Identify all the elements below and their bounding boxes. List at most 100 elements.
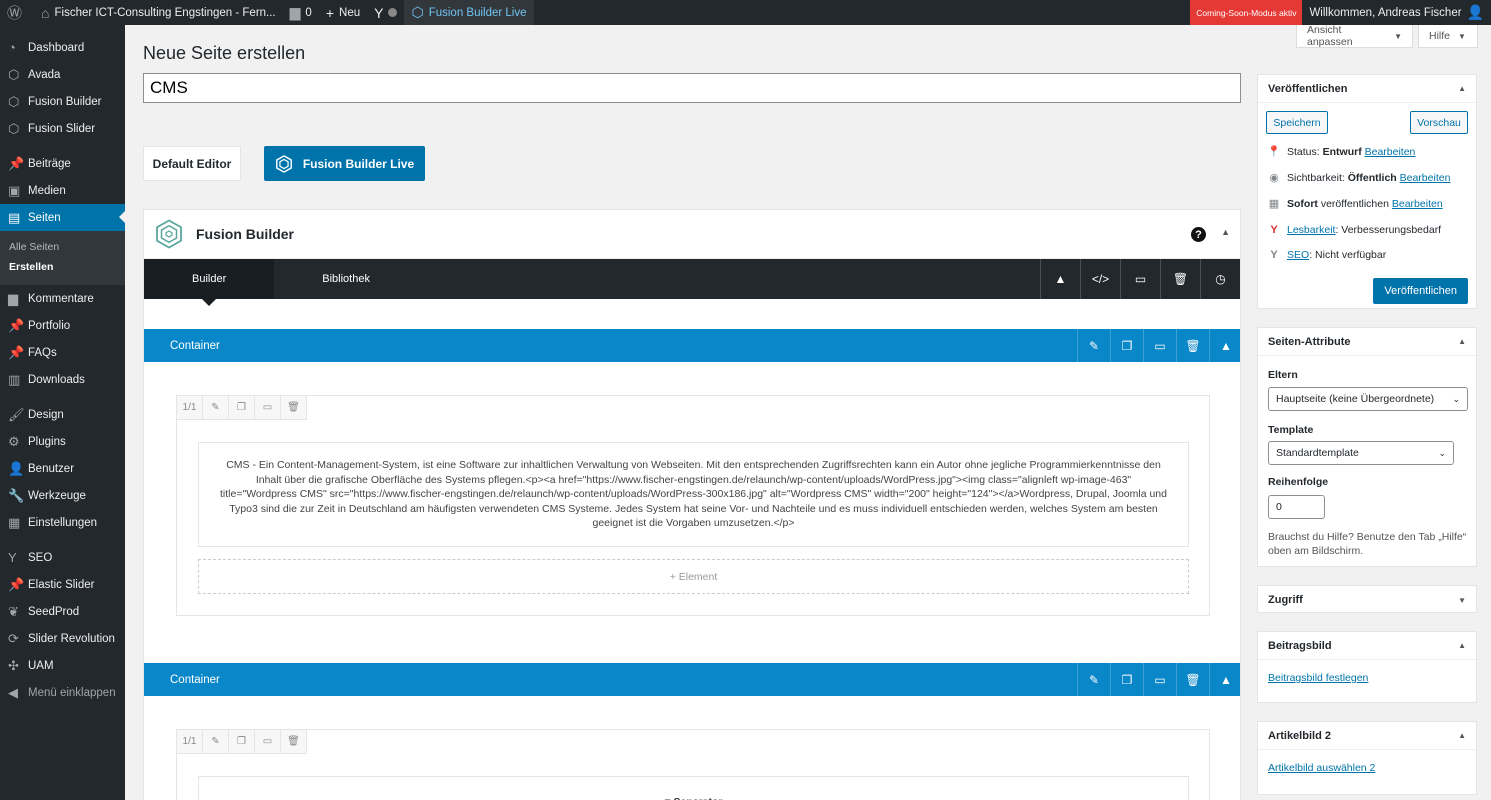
clone-icon[interactable]: ❐ bbox=[229, 396, 255, 420]
trash-icon[interactable]: 🗑 bbox=[281, 730, 307, 754]
separator-element[interactable]: = Separator bbox=[198, 776, 1189, 800]
sidebar-item-uam[interactable]: ✣ UAM bbox=[0, 652, 125, 679]
collapse-caret-icon[interactable]: ▲ bbox=[1458, 337, 1466, 346]
save-icon[interactable]: ▭ bbox=[1143, 663, 1176, 696]
edit-pencil-icon[interactable]: ✎ bbox=[1077, 329, 1110, 362]
post-title-input[interactable] bbox=[143, 73, 1241, 103]
sidebar-item-fusion-slider[interactable]: ⬡ Fusion Slider bbox=[0, 115, 125, 142]
submenu-item[interactable]: Erstellen bbox=[0, 257, 125, 277]
sidebar-item-label: SEO bbox=[28, 551, 53, 564]
tab-builder[interactable]: Builder bbox=[144, 259, 275, 306]
plugins-icon: ⚙ bbox=[8, 433, 20, 449]
code-view-icon[interactable]: </> bbox=[1080, 259, 1120, 299]
sidebar-item-werkzeuge[interactable]: 🔧 Werkzeuge bbox=[0, 482, 125, 509]
publish-time-row: ▦ Sofort veröffentlichen Bearbeiten bbox=[1266, 197, 1443, 211]
collapse-icon[interactable]: ▲ bbox=[1209, 663, 1240, 696]
edit-pencil-icon[interactable]: ✎ bbox=[203, 730, 229, 754]
sidebar-item-portfolio[interactable]: 📌 Portfolio bbox=[0, 312, 125, 339]
help-icon[interactable]: ? bbox=[1191, 227, 1206, 242]
save-icon[interactable]: ▭ bbox=[1143, 329, 1176, 362]
history-icon[interactable]: ◷ bbox=[1200, 259, 1240, 299]
collapse-caret-icon[interactable]: ▲ bbox=[1221, 227, 1230, 237]
sidebar-item-beiträge[interactable]: 📌 Beiträge bbox=[0, 150, 125, 177]
sidebar-item-kommentare[interactable]: ▆ Kommentare bbox=[0, 285, 125, 312]
sidebar-item-plugins[interactable]: ⚙ Plugins bbox=[0, 428, 125, 455]
page-attributes-header[interactable]: Seiten-Attribute ▲ bbox=[1258, 328, 1476, 356]
publish-button[interactable]: Veröffentlichen bbox=[1373, 278, 1468, 304]
sidebar-item-slider-revolution[interactable]: ⟳ Slider Revolution bbox=[0, 625, 125, 652]
yoast-menu[interactable]: Y bbox=[367, 0, 404, 25]
seo-link[interactable]: SEO bbox=[1287, 249, 1309, 261]
collapse-icon[interactable]: ▲ bbox=[1209, 329, 1240, 362]
edit-pencil-icon[interactable]: ✎ bbox=[203, 396, 229, 420]
collapse-caret-icon[interactable]: ▲ bbox=[1458, 641, 1466, 650]
sidebar-item-label: Einstellungen bbox=[28, 516, 98, 529]
sidebar-item-benutzer[interactable]: 👤 Benutzer bbox=[0, 455, 125, 482]
sidebar-item-dashboard[interactable]: ◔ Dashboard bbox=[0, 34, 125, 61]
collapse-all-icon[interactable]: ▲ bbox=[1040, 259, 1080, 299]
edit-visibility-link[interactable]: Bearbeiten bbox=[1400, 172, 1451, 184]
new-content-link[interactable]: + Neu bbox=[319, 0, 367, 25]
publish-box-header[interactable]: Veröffentlichen ▲ bbox=[1258, 75, 1476, 103]
container-bar[interactable]: Container ✎ ❐ ▭ 🗑 ▲ bbox=[144, 663, 1240, 696]
expand-caret-icon[interactable]: ▼ bbox=[1458, 596, 1466, 605]
sidebar-item-seiten[interactable]: ▤ Seiten bbox=[0, 204, 125, 231]
site-name-link[interactable]: ⌂ Fischer ICT-Consulting Engstingen - Fer… bbox=[34, 0, 283, 25]
sidebar-item-design[interactable]: 🖌 Design bbox=[0, 401, 125, 428]
wordpress-logo-icon[interactable]: Ⓦ bbox=[0, 0, 34, 25]
save-template-icon[interactable]: ▭ bbox=[1120, 259, 1160, 299]
collapse-caret-icon[interactable]: ▲ bbox=[1458, 731, 1466, 740]
template-select[interactable]: Standardtemplate ⌄ bbox=[1268, 441, 1454, 465]
featured-image-header[interactable]: Beitragsbild ▲ bbox=[1258, 632, 1476, 660]
sidebar-item-seedprod[interactable]: ❦ SeedProd bbox=[0, 598, 125, 625]
save-icon[interactable]: ▭ bbox=[255, 396, 281, 420]
sidebar-item-einstellungen[interactable]: ▦ Einstellungen bbox=[0, 509, 125, 536]
text-element[interactable]: CMS - Ein Content-Management-System, ist… bbox=[198, 442, 1189, 547]
edit-pencil-icon[interactable]: ✎ bbox=[1077, 663, 1110, 696]
coming-soon-badge[interactable]: Coming-Soon-Modus aktiv bbox=[1190, 0, 1303, 25]
sidebar-item-menü-einklappen[interactable]: ◀ Menü einklappen bbox=[0, 679, 125, 706]
clone-icon[interactable]: ❐ bbox=[1110, 329, 1143, 362]
save-icon[interactable]: ▭ bbox=[255, 730, 281, 754]
set-featured-image-link[interactable]: Beitragsbild festlegen bbox=[1268, 672, 1368, 684]
sidebar-item-avada[interactable]: ⬡ Avada bbox=[0, 61, 125, 88]
fusion-builder-live-link[interactable]: ⬡ Fusion Builder Live bbox=[404, 0, 534, 25]
sidebar-item-faqs[interactable]: 📌 FAQs bbox=[0, 339, 125, 366]
fusion-builder-live-button[interactable]: Fusion Builder Live bbox=[264, 146, 425, 181]
sidebar-item-downloads[interactable]: ▥ Downloads bbox=[0, 366, 125, 393]
article-image-2-header[interactable]: Artikelbild 2 ▲ bbox=[1258, 722, 1476, 750]
sidebar-item-medien[interactable]: ▣ Medien bbox=[0, 177, 125, 204]
sidebar-item-label: Downloads bbox=[28, 373, 85, 386]
tab-library[interactable]: Bibliothek bbox=[274, 259, 418, 299]
submenu-item[interactable]: Alle Seiten bbox=[0, 237, 125, 257]
parent-select[interactable]: Hauptseite (keine Übergeordnete) ⌄ bbox=[1268, 387, 1468, 411]
sidebar-item-seo[interactable]: Y SEO bbox=[0, 544, 125, 571]
order-input[interactable]: 0 bbox=[1268, 495, 1325, 519]
screen-options-button[interactable]: Ansicht anpassen ▼ bbox=[1296, 24, 1413, 48]
container-bar[interactable]: Container ✎ ❐ ▭ 🗑 ▲ bbox=[144, 329, 1240, 362]
preview-button[interactable]: Vorschau bbox=[1410, 111, 1468, 134]
help-button[interactable]: Hilfe ▼ bbox=[1418, 25, 1478, 48]
save-draft-button[interactable]: Speichern bbox=[1266, 111, 1328, 134]
column-size-label[interactable]: 1/1 bbox=[177, 396, 203, 420]
default-editor-button[interactable]: Default Editor bbox=[143, 146, 241, 181]
clone-icon[interactable]: ❐ bbox=[229, 730, 255, 754]
my-account-link[interactable]: Willkommen, Andreas Fischer 👤 bbox=[1302, 0, 1491, 25]
readability-link[interactable]: Lesbarkeit bbox=[1287, 224, 1335, 236]
edit-status-link[interactable]: Bearbeiten bbox=[1365, 146, 1416, 158]
sidebar-item-fusion-builder[interactable]: ⬡ Fusion Builder bbox=[0, 88, 125, 115]
select-article-image-2-link[interactable]: Artikelbild auswählen 2 bbox=[1268, 762, 1375, 774]
access-header[interactable]: Zugriff ▼ bbox=[1258, 586, 1476, 614]
sidebar-item-elastic-slider[interactable]: 📌 Elastic Slider bbox=[0, 571, 125, 598]
delete-all-icon[interactable]: 🗑 bbox=[1160, 259, 1200, 299]
edit-time-link[interactable]: Bearbeiten bbox=[1392, 198, 1443, 210]
comments-link[interactable]: ▆ 0 bbox=[283, 0, 319, 25]
collapse-caret-icon[interactable]: ▲ bbox=[1458, 84, 1466, 93]
trash-icon[interactable]: 🗑 bbox=[1176, 663, 1209, 696]
seedprod-icon: ❦ bbox=[8, 603, 19, 619]
trash-icon[interactable]: 🗑 bbox=[1176, 329, 1209, 362]
column-size-label[interactable]: 1/1 bbox=[177, 730, 203, 754]
add-element-button[interactable]: + Element bbox=[198, 559, 1189, 594]
clone-icon[interactable]: ❐ bbox=[1110, 663, 1143, 696]
trash-icon[interactable]: 🗑 bbox=[281, 396, 307, 420]
